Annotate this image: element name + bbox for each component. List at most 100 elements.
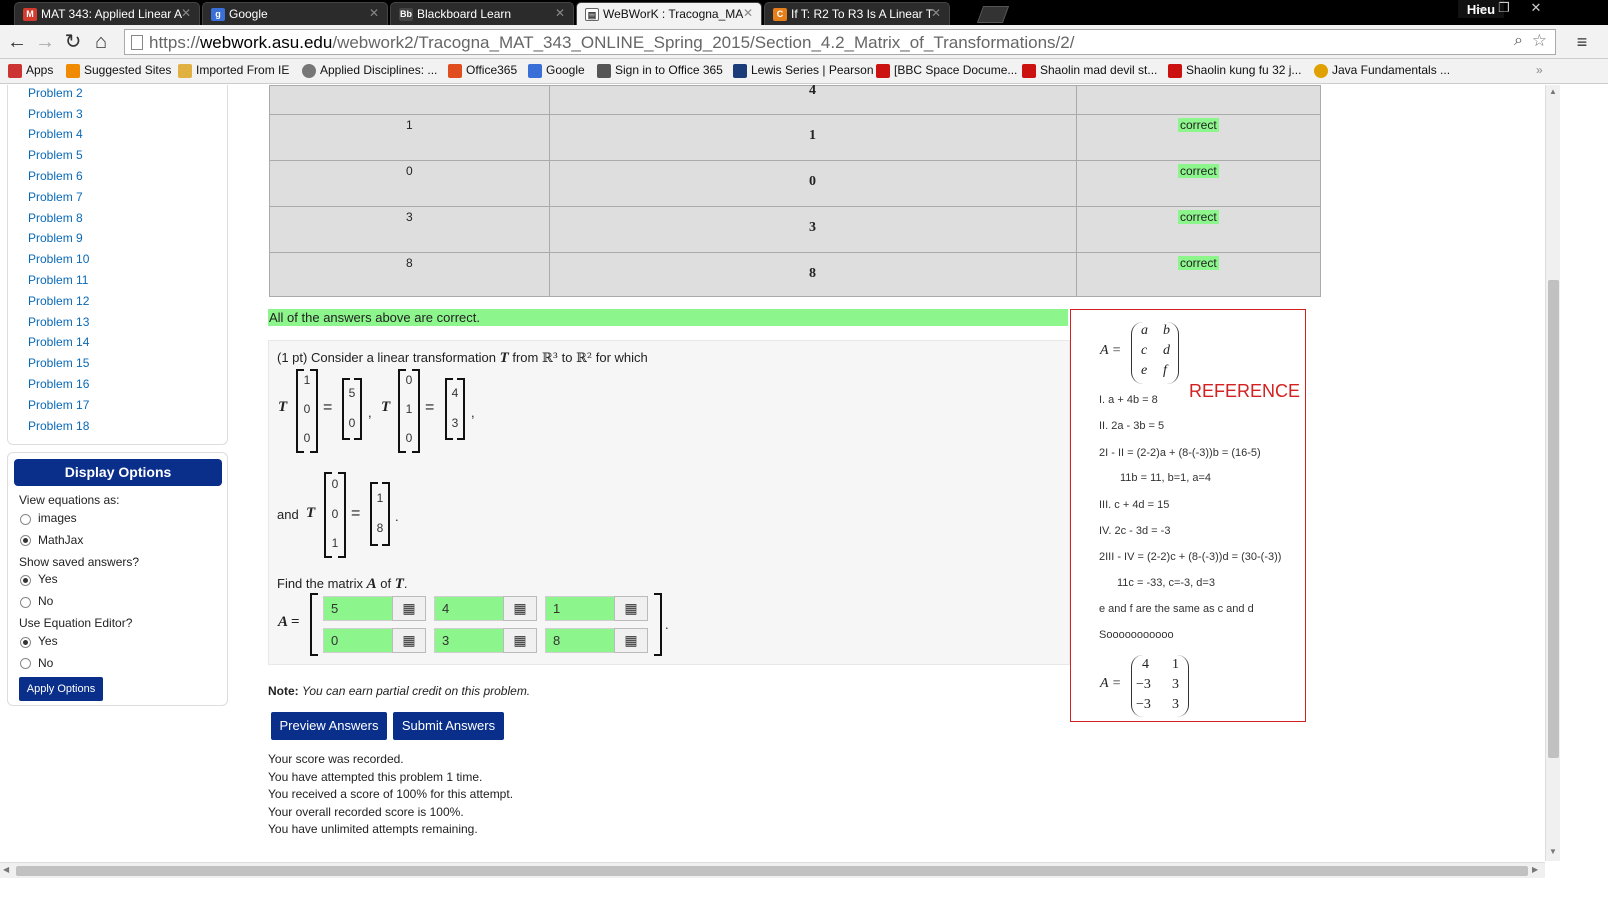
matrix-A-label: A = [278, 614, 300, 630]
scrollbar-thumb[interactable] [16, 866, 1528, 876]
maximize-icon[interactable]: ❐ [1490, 0, 1518, 18]
tab-blackboard[interactable]: Bb Blackboard Learn ✕ [390, 2, 574, 25]
problem-link[interactable]: Problem 14 [28, 335, 89, 349]
tab-chegg[interactable]: C If T: R2 To R3 Is A Linear T ✕ [764, 2, 950, 25]
close-window-icon[interactable]: ✕ [1522, 0, 1550, 18]
problem-link[interactable]: Problem 11 [28, 273, 88, 287]
display-options-title: Display Options [14, 459, 222, 486]
math-T: T [499, 350, 509, 366]
vector-entry: 0 [303, 431, 311, 445]
problem-link[interactable]: Problem 2 [28, 86, 83, 100]
close-icon[interactable]: ✕ [181, 6, 191, 20]
equation-editor-icon[interactable]: ▦ [392, 596, 426, 621]
matrix-entry: −3 [1136, 677, 1151, 692]
scroll-down-icon[interactable]: ▼ [1549, 847, 1557, 856]
bookmark-applied-disciplines[interactable]: Applied Disciplines: ... [302, 63, 438, 78]
close-icon[interactable]: ✕ [931, 6, 941, 20]
problem-link[interactable]: Problem 7 [28, 190, 83, 204]
equation-editor-icon[interactable]: ▦ [614, 628, 648, 653]
bookmark-office365[interactable]: Office365 [448, 63, 517, 78]
answer-field-1-2[interactable]: 4 [434, 596, 504, 621]
search-icon[interactable]: ⌕ [1514, 32, 1523, 50]
vertical-scrollbar[interactable]: ▲ ▼ [1545, 85, 1560, 861]
close-icon[interactable]: ✕ [369, 6, 379, 20]
problem-link[interactable]: Problem 5 [28, 148, 83, 162]
horizontal-scrollbar[interactable]: ◀ ▶ [0, 862, 1545, 878]
radio-saved-no[interactable] [20, 597, 31, 608]
apply-options-button[interactable]: Apply Options [19, 677, 103, 701]
bookmark-shaolin-kung-fu[interactable]: Shaolin kung fu 32 j... [1168, 63, 1301, 78]
problem-body: (1 pt) Consider a linear transformation … [268, 340, 1070, 665]
home-icon[interactable]: ⌂ [88, 29, 114, 55]
youtube-icon [1022, 64, 1036, 78]
vector-entry: 1 [376, 491, 384, 505]
reload-icon[interactable]: ↻ [60, 29, 86, 55]
close-icon[interactable]: ✕ [743, 6, 753, 20]
bookmark-apps[interactable]: Apps [8, 63, 53, 78]
bookmark-imported-from-ie[interactable]: Imported From IE [178, 63, 289, 78]
equation-editor-icon[interactable]: ▦ [503, 596, 537, 621]
problem-link[interactable]: Problem 15 [28, 356, 89, 370]
equation-editor-icon[interactable]: ▦ [392, 628, 426, 653]
answer-field-1-1[interactable]: 5 [323, 596, 393, 621]
bookmark-office365-signin[interactable]: Sign in to Office 365 [597, 63, 723, 78]
menu-icon[interactable]: ≡ [1562, 29, 1602, 55]
problem-link[interactable]: Problem 4 [28, 127, 83, 141]
scroll-up-icon[interactable]: ▲ [1549, 87, 1557, 96]
reference-line: II. 2a - 3b = 5 [1099, 420, 1165, 432]
bookmark-google[interactable]: Google [528, 63, 585, 78]
submit-answers-button[interactable]: Submit Answers [393, 712, 504, 740]
score-line: You received a score of 100% for this at… [268, 787, 514, 801]
answer-field-2-1[interactable]: 0 [323, 628, 393, 653]
forward-icon[interactable]: → [32, 29, 58, 55]
equation-editor-icon[interactable]: ▦ [503, 628, 537, 653]
more-bookmarks-icon[interactable]: » [1536, 63, 1543, 77]
scroll-right-icon[interactable]: ▶ [1532, 865, 1538, 874]
equation-editor-icon[interactable]: ▦ [614, 596, 648, 621]
close-icon[interactable]: ✕ [555, 6, 565, 20]
tab-webwork[interactable]: ▤ WeBWorK : Tracogna_MA ✕ [576, 2, 762, 25]
bookmark-label: Applied Disciplines: ... [320, 63, 438, 77]
radio-saved-yes[interactable] [20, 575, 31, 586]
tab-google[interactable]: g Google ✕ [202, 2, 388, 25]
entered-cell: 3 [270, 207, 550, 252]
problem-link[interactable]: Problem 10 [28, 252, 89, 266]
tab-mat343[interactable]: M MAT 343: Applied Linear A ✕ [14, 2, 200, 25]
address-bar[interactable]: https://webwork.asu.edu/webwork2/Tracogn… [124, 29, 1556, 55]
scrollbar-thumb[interactable] [1548, 280, 1559, 758]
vector-entry: 0 [348, 416, 356, 430]
preview-answers-button[interactable]: Preview Answers [271, 712, 387, 740]
problem-link[interactable]: Problem 13 [28, 315, 89, 329]
answer-field-2-3[interactable]: 8 [545, 628, 615, 653]
problem-link[interactable]: Problem 16 [28, 377, 89, 391]
preview-value: 1 [809, 128, 816, 143]
radio-editor-yes[interactable] [20, 637, 31, 648]
problem-link[interactable]: Problem 17 [28, 398, 89, 412]
problem-link[interactable]: Problem 9 [28, 231, 83, 245]
bookmark-lewis-series[interactable]: Lewis Series | Pearson [733, 63, 874, 78]
problem-link[interactable]: Problem 3 [28, 107, 83, 121]
reference-line: 11c = -33, c=-3, d=3 [1117, 577, 1215, 589]
problem-link[interactable]: Problem 8 [28, 211, 83, 225]
new-tab-button[interactable] [976, 6, 1010, 23]
answer-field-2-2[interactable]: 3 [434, 628, 504, 653]
star-icon[interactable]: ☆ [1532, 31, 1547, 51]
problem-link[interactable]: Problem 12 [28, 294, 89, 308]
radio-mathjax[interactable] [20, 535, 31, 546]
bookmark-bbc-space[interactable]: [BBC Space Docume... [876, 63, 1017, 78]
problem-link[interactable]: Problem 6 [28, 169, 83, 183]
problem-to: to [561, 350, 573, 365]
answer-field-1-3[interactable]: 1 [545, 596, 615, 621]
bookmark-suggested-sites[interactable]: Suggested Sites [66, 63, 171, 78]
find-matrix-prompt: Find the matrix A of T. [277, 576, 408, 593]
bookmark-shaolin-mad-devil[interactable]: Shaolin mad devil st... [1022, 63, 1157, 78]
youtube-icon [876, 64, 890, 78]
scroll-left-icon[interactable]: ◀ [3, 865, 9, 874]
problem-link[interactable]: Problem 18 [28, 419, 89, 433]
back-icon[interactable]: ← [4, 29, 30, 55]
radio-images[interactable] [20, 514, 31, 525]
suggested-sites-icon [66, 64, 80, 78]
page-icon: ▤ [585, 8, 599, 21]
radio-editor-no[interactable] [20, 658, 31, 669]
bookmark-java-fundamentals[interactable]: Java Fundamentals ... [1314, 63, 1450, 78]
